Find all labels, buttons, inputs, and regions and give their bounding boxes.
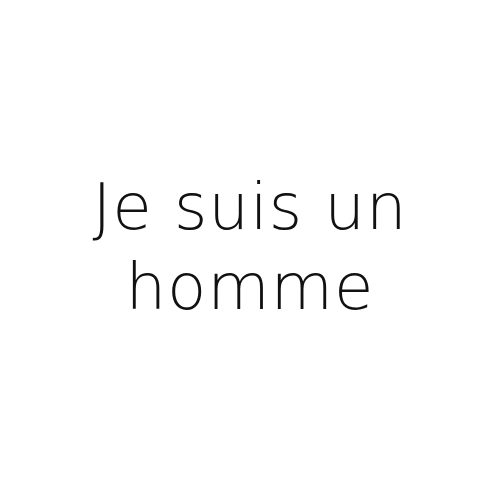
image-canvas: Je suis un homme <box>0 0 500 500</box>
caption-line-2: homme <box>125 251 375 325</box>
caption-line-1: Je suis un <box>92 171 408 245</box>
